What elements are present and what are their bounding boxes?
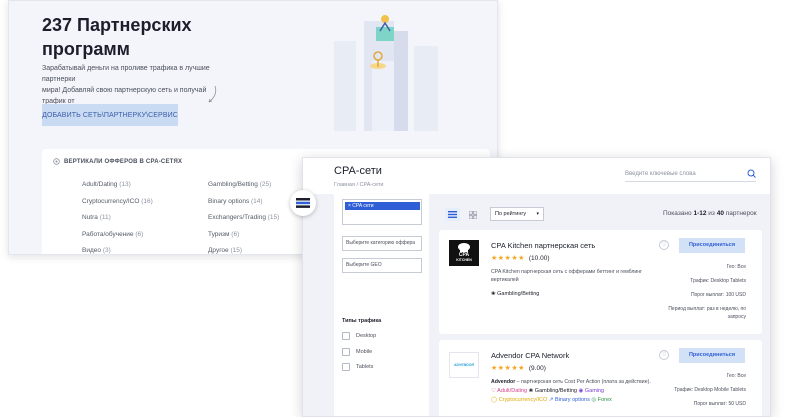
transition-chip: [290, 190, 316, 216]
search-placeholder: Введите ключевые слова: [625, 171, 696, 177]
verticals-column-2: Gambling/Betting (25) Binary options (14…: [208, 177, 279, 254]
verticals-column-1: Adult/Dating (13) Cryptocurrency/ICO (16…: [82, 177, 153, 254]
vertical-item[interactable]: Видео (3): [82, 243, 153, 254]
selected-filter-tag[interactable]: × CPA сети: [345, 202, 420, 210]
vertical-item[interactable]: Работа/обучение (6): [82, 227, 153, 244]
traffic-types-heading: Типы трафика: [342, 318, 382, 324]
vertical-item[interactable]: Nutra (11): [82, 210, 153, 227]
sort-label: По рейтингу: [495, 211, 527, 217]
partner-payout-threshold: Порог выплат: 100 USD: [690, 292, 746, 298]
partner-card: ADVENDOR Advendor CPA Network ★★★★★ (9.00…: [439, 340, 762, 416]
vertical-tag[interactable]: ↗ Binary options: [549, 397, 590, 403]
results-count: Показано 1-12 из 40 партнерок: [663, 210, 757, 217]
vertical-item[interactable]: Exchangers/Trading (15): [208, 210, 279, 227]
gambling-icon: ❀: [491, 291, 496, 297]
logo-text: ADVENDOR: [453, 363, 475, 367]
checkbox-label: Tablets: [356, 364, 374, 370]
stack-icon: [296, 198, 310, 208]
partner-geo: Гео: Все: [726, 264, 746, 270]
advendor-logo: ADVENDOR: [449, 352, 479, 378]
vertical-tag[interactable]: ♡ Adult/Dating: [491, 388, 527, 394]
logo-text: CPA KITCHEN: [456, 252, 472, 263]
vertical-tag[interactable]: ◯ Cryptocurrency/ICO: [491, 397, 547, 403]
partner-name[interactable]: Advendor CPA Network: [491, 351, 569, 360]
chevron-down-icon: ▾: [536, 211, 539, 217]
stars-icon: ★★★★★: [491, 365, 525, 372]
traffic-checkbox-mobile[interactable]: Mobile: [342, 348, 372, 356]
add-network-button[interactable]: ДОБАВИТЬ СЕТЬ\ПАРТНЕРКУ\СЕРВИС: [42, 104, 178, 126]
checkbox-label: Mobile: [356, 349, 373, 355]
rating-stars: ★★★★★ (10.00): [491, 254, 550, 262]
checkbox-label: Desktop: [356, 333, 377, 339]
favorite-heart-icon[interactable]: ♡: [659, 240, 669, 250]
partner-payout-period: Период выплат: раз в неделю, по запросу: [668, 306, 746, 320]
partner-traffic: Трафик: Desktop Tablets: [690, 278, 746, 284]
page-header: CPA-сети Главная / CPA-сети Введите ключ…: [303, 158, 770, 194]
verticals-heading: ВЕРТИКАЛИ ОФФЕРОВ В CPA-СЕТЯХ: [53, 158, 182, 165]
favorite-heart-icon[interactable]: ♡: [659, 350, 669, 360]
cpa-networks-window: CPA-сети Главная / CPA-сети Введите ключ…: [302, 157, 771, 417]
hero-title-line2: программ: [42, 39, 130, 59]
buildings-illustration: [334, 15, 438, 131]
sort-select[interactable]: По рейтингу ▾: [490, 207, 544, 221]
breadcrumb[interactable]: Главная / CPA-сети: [334, 182, 383, 188]
checkbox[interactable]: [342, 363, 350, 371]
vertical-tags: ❀ Gambling/Betting: [491, 290, 691, 299]
partner-payout-threshold: Порог выплат: 50 USD: [693, 401, 746, 407]
partner-description: CPA Kitchen партнерская сеть с офферами …: [491, 269, 643, 283]
list-view-icon: [448, 211, 457, 218]
traffic-checkbox-tablets[interactable]: Tablets: [342, 363, 373, 371]
rating-value: (9.00): [528, 365, 546, 372]
partner-description: Advendor – партнерская сеть Cost Per Act…: [491, 379, 651, 385]
traffic-checkbox-desktop[interactable]: Desktop: [342, 332, 376, 340]
grid-view-button[interactable]: [465, 208, 480, 221]
hero-title: 237 Партнерских программ: [42, 13, 242, 61]
checkbox[interactable]: [342, 348, 350, 356]
stars-icon: ★★★★★: [491, 255, 525, 262]
offer-category-select[interactable]: Выберите категорию оффера: [342, 236, 422, 251]
vertical-item[interactable]: Binary options (14): [208, 194, 279, 211]
search-icon[interactable]: [747, 169, 756, 178]
network-type-multiselect[interactable]: × CPA сети: [342, 199, 422, 225]
partner-name[interactable]: CPA Kitchen партнерская сеть: [491, 241, 595, 250]
cpa-kitchen-logo: CPA KITCHEN: [449, 240, 479, 266]
partner-card: CPA KITCHEN CPA Kitchen партнерская сеть…: [439, 230, 762, 334]
hero-title-line1: 237 Партнерских: [42, 15, 192, 35]
vertical-item[interactable]: Gambling/Betting (25): [208, 177, 279, 194]
vertical-item[interactable]: Туризм (6): [208, 227, 279, 244]
listing-area: По рейтингу ▾ Показано 1-12 из 40 партне…: [435, 194, 770, 416]
join-button[interactable]: Присоединиться: [679, 238, 745, 253]
vertical-tag[interactable]: ❀ Gambling/Betting: [529, 388, 577, 394]
page-title: CPA-сети: [334, 165, 382, 177]
join-button[interactable]: Присоединиться: [679, 348, 745, 363]
partner-geo: Гео: Все: [726, 373, 746, 379]
geo-select[interactable]: Выберите GEO: [342, 258, 422, 273]
list-view-button[interactable]: [445, 208, 460, 221]
vertical-tag[interactable]: Gambling/Betting: [497, 291, 539, 297]
vertical-item[interactable]: Adult/Dating (13): [82, 177, 153, 194]
vertical-tags: ♡ Adult/Dating ❀ Gambling/Betting ◉ Gami…: [491, 387, 691, 405]
vertical-item[interactable]: Cryptocurrency/ICO (16): [82, 194, 153, 211]
listing-toolbar: По рейтингу ▾ Показано 1-12 из 40 партне…: [435, 194, 770, 222]
rating-stars: ★★★★★ (9.00): [491, 364, 546, 372]
vertical-tag[interactable]: ◎ Forex: [591, 397, 611, 403]
checkbox[interactable]: [342, 332, 350, 340]
partner-traffic: Трафик: Desktop Mobile Tablets: [674, 387, 746, 393]
screenshot-stage: 237 Партнерских программ Зарабатывай ден…: [0, 0, 799, 417]
curved-arrow-icon: [208, 85, 217, 103]
search-input[interactable]: Введите ключевые слова: [625, 168, 756, 182]
filter-sidebar: × CPA сети Выберите категорию оффера Выб…: [334, 194, 429, 416]
hero-desc-line1: Зарабатывай деньги на проливе трафика в …: [42, 65, 210, 83]
vertical-tag[interactable]: ◉ Gaming: [579, 388, 605, 394]
location-pin-icon: [53, 158, 60, 165]
rating-value: (10.00): [528, 255, 550, 262]
verticals-heading-text: ВЕРТИКАЛИ ОФФЕРОВ В CPA-СЕТЯХ: [64, 158, 183, 165]
vertical-item[interactable]: Другое (15): [208, 243, 279, 254]
grid-view-icon: [468, 210, 477, 219]
